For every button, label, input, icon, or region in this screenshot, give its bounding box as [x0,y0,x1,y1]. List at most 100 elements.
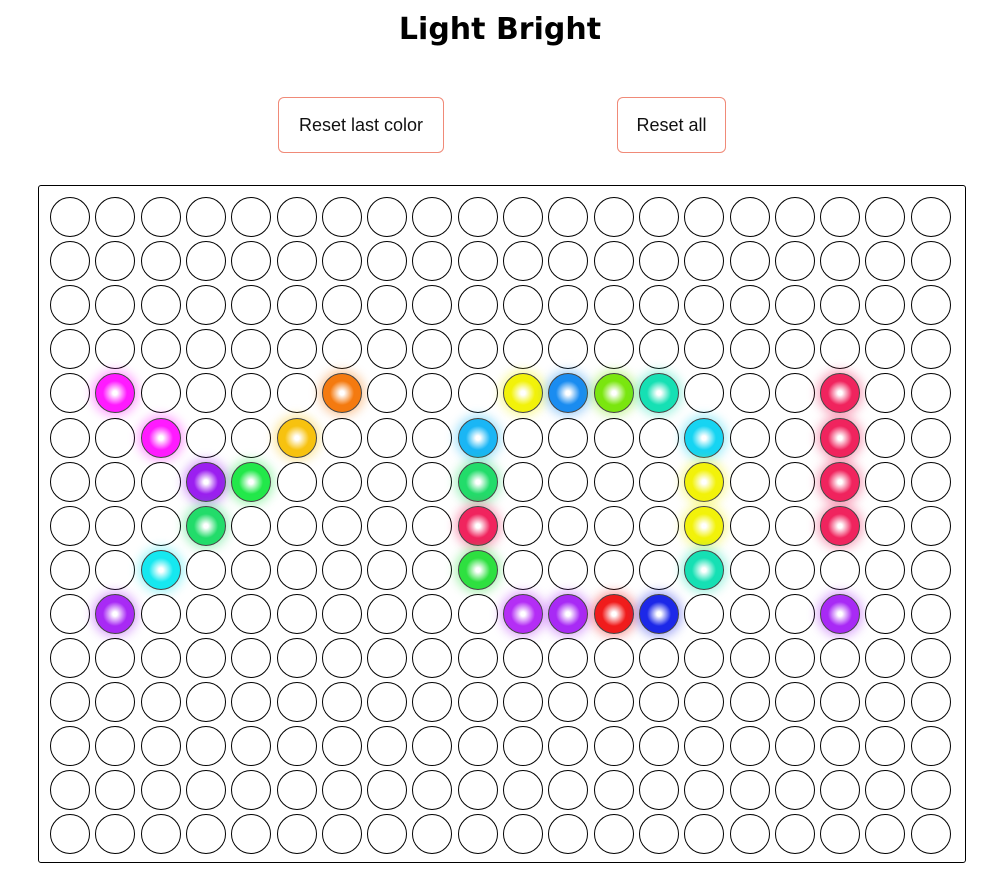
peg[interactable] [185,593,226,634]
peg[interactable] [140,682,181,723]
peg[interactable] [95,726,136,767]
peg[interactable] [774,593,815,634]
peg[interactable] [548,682,589,723]
peg[interactable] [910,373,951,414]
peg[interactable] [503,373,543,414]
peg[interactable] [231,373,272,414]
peg[interactable] [820,197,861,237]
peg[interactable] [910,593,951,634]
peg[interactable] [593,285,634,326]
peg[interactable] [140,241,181,282]
peg[interactable] [367,417,408,458]
peg[interactable] [548,417,589,458]
peg[interactable] [593,329,634,370]
peg[interactable] [865,373,906,414]
peg[interactable] [457,814,498,855]
peg[interactable] [321,197,362,237]
peg[interactable] [367,638,408,678]
peg[interactable] [276,638,317,678]
peg[interactable] [503,770,543,811]
peg[interactable] [729,197,770,237]
reset-last-color-button[interactable]: Reset last color [278,97,444,153]
peg[interactable] [548,593,589,634]
peg[interactable] [684,241,725,282]
peg[interactable] [412,593,453,634]
peg[interactable] [910,682,951,723]
peg[interactable] [231,285,272,326]
peg[interactable] [457,241,498,282]
peg[interactable] [638,726,679,767]
peg[interactable] [503,241,543,282]
peg[interactable] [276,417,317,458]
peg[interactable] [820,285,861,326]
peg[interactable] [412,505,453,546]
peg[interactable] [593,682,634,723]
peg[interactable] [729,726,770,767]
peg[interactable] [865,329,906,370]
peg[interactable] [231,505,272,546]
peg[interactable] [820,638,861,678]
peg[interactable] [774,770,815,811]
peg[interactable] [503,814,543,855]
peg[interactable] [276,549,317,590]
peg[interactable] [185,638,226,678]
peg[interactable] [820,814,861,855]
peg[interactable] [276,329,317,370]
peg[interactable] [140,417,181,458]
peg[interactable] [140,726,181,767]
peg[interactable] [95,461,136,502]
peg[interactable] [231,770,272,811]
peg[interactable] [548,241,589,282]
peg[interactable] [231,814,272,855]
peg[interactable] [140,285,181,326]
peg[interactable] [321,373,362,414]
peg[interactable] [910,329,951,370]
peg[interactable] [548,638,589,678]
peg[interactable] [50,638,90,678]
peg[interactable] [548,726,589,767]
peg[interactable] [231,682,272,723]
peg[interactable] [729,638,770,678]
peg[interactable] [593,241,634,282]
peg[interactable] [503,682,543,723]
peg[interactable] [593,638,634,678]
peg[interactable] [185,770,226,811]
peg[interactable] [638,241,679,282]
peg[interactable] [457,549,498,590]
peg[interactable] [638,682,679,723]
peg[interactable] [231,197,272,237]
peg[interactable] [50,593,90,634]
peg[interactable] [95,593,136,634]
peg[interactable] [457,329,498,370]
peg[interactable] [593,549,634,590]
peg[interactable] [548,461,589,502]
peg[interactable] [412,814,453,855]
peg[interactable] [321,285,362,326]
peg[interactable] [503,726,543,767]
peg[interactable] [638,505,679,546]
peg[interactable] [684,682,725,723]
peg[interactable] [910,814,951,855]
peg[interactable] [774,505,815,546]
peg[interactable] [820,726,861,767]
peg[interactable] [367,461,408,502]
peg[interactable] [638,770,679,811]
peg[interactable] [50,726,90,767]
peg[interactable] [95,373,136,414]
peg[interactable] [820,329,861,370]
peg[interactable] [367,682,408,723]
peg[interactable] [820,373,861,414]
peg[interactable] [140,197,181,237]
peg[interactable] [367,770,408,811]
peg[interactable] [638,197,679,237]
peg[interactable] [50,505,90,546]
peg[interactable] [412,461,453,502]
peg[interactable] [185,461,226,502]
peg[interactable] [593,461,634,502]
peg[interactable] [95,549,136,590]
peg[interactable] [729,814,770,855]
peg[interactable] [684,726,725,767]
peg[interactable] [820,770,861,811]
peg[interactable] [276,593,317,634]
peg[interactable] [910,638,951,678]
